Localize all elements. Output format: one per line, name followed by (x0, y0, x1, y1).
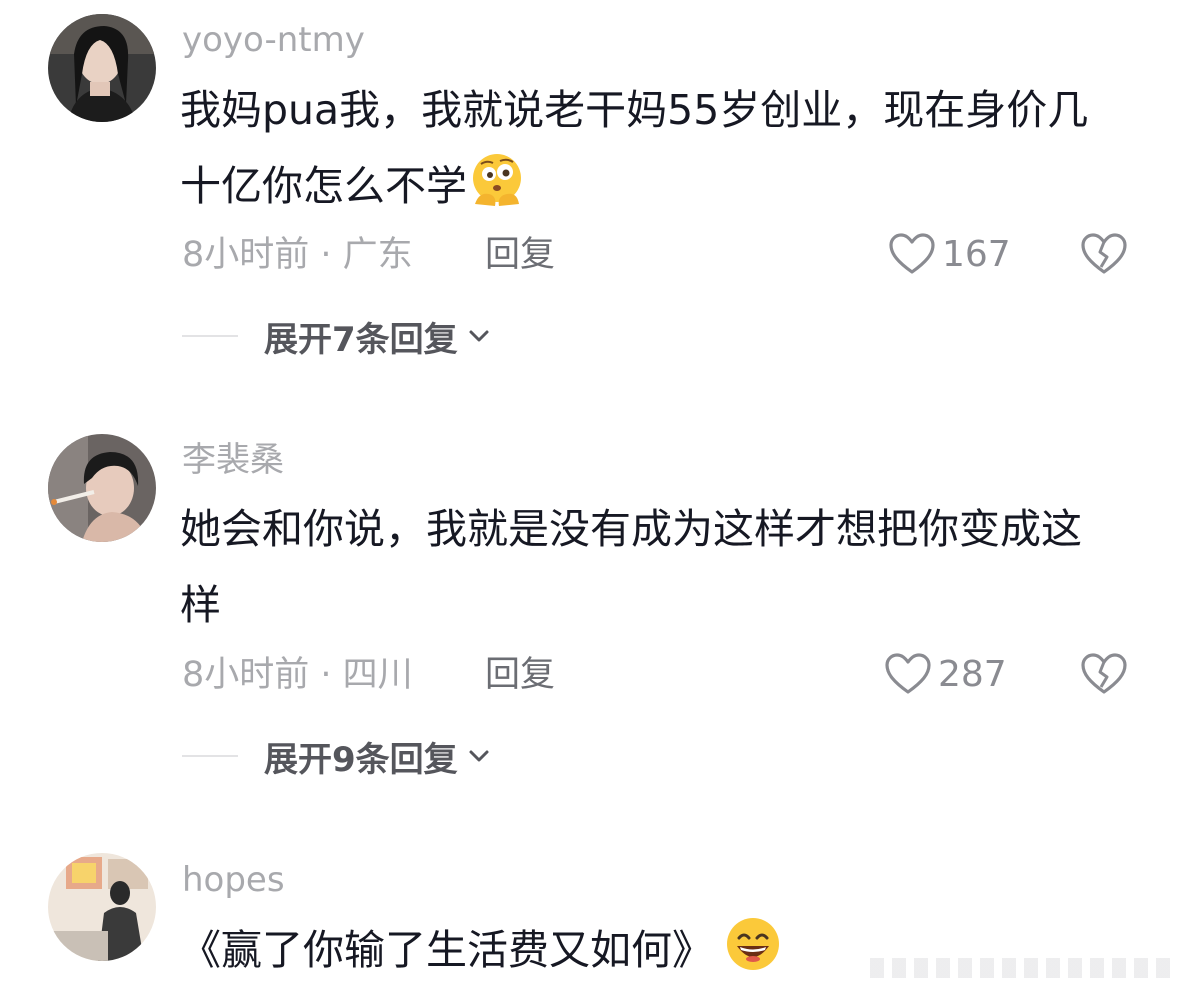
expand-replies-label: 展开7条回复 (264, 319, 458, 360)
like-count: 167 (942, 233, 1011, 275)
comment-text-content: 我妈pua我，我就说老干妈55岁创业，现在身价几十亿你怎么不学 (180, 86, 1089, 210)
avatar[interactable] (48, 14, 156, 122)
broken-heart-icon[interactable] (1080, 650, 1128, 698)
expand-replies-label: 展开9条回复 (264, 739, 458, 780)
username[interactable]: hopes (182, 860, 285, 900)
chevron-down-icon (469, 330, 489, 342)
comment-text: 她会和你说，我就是没有成为这样才想把你变成这样 (180, 505, 1082, 629)
divider (182, 335, 238, 337)
avatar[interactable] (48, 434, 156, 542)
username[interactable]: yoyo-ntmy (182, 20, 365, 60)
comment-meta: 8小时前 · 广东 (182, 235, 413, 275)
avatar[interactable] (48, 853, 156, 961)
comment-text: 我妈pua我，我就说老干妈55岁创业，现在身价几十亿你怎么不学 (180, 72, 1120, 224)
reply-button[interactable]: 回复 (485, 653, 555, 697)
divider (182, 755, 238, 757)
username[interactable]: 李裴桑 (182, 440, 284, 480)
thinking-face-emoji-icon (473, 154, 521, 206)
expand-replies[interactable]: 展开9条回复 (182, 734, 492, 780)
expand-replies[interactable]: 展开7条回复 (182, 314, 492, 360)
reply-button[interactable]: 回复 (485, 233, 555, 277)
like-button[interactable]: 167 (888, 230, 1011, 278)
heart-icon (889, 233, 935, 274)
broken-heart-icon[interactable] (1080, 230, 1128, 278)
watermark (870, 958, 1170, 978)
comment-text-content: 《赢了你输了生活费又如何》 (180, 926, 713, 974)
like-button[interactable]: 287 (884, 650, 1007, 698)
grinning-face-emoji-icon (727, 918, 779, 970)
like-count: 287 (938, 653, 1007, 695)
heart-icon (885, 653, 931, 694)
chevron-down-icon (469, 750, 489, 762)
comment-meta: 8小时前 · 四川 (182, 655, 413, 695)
